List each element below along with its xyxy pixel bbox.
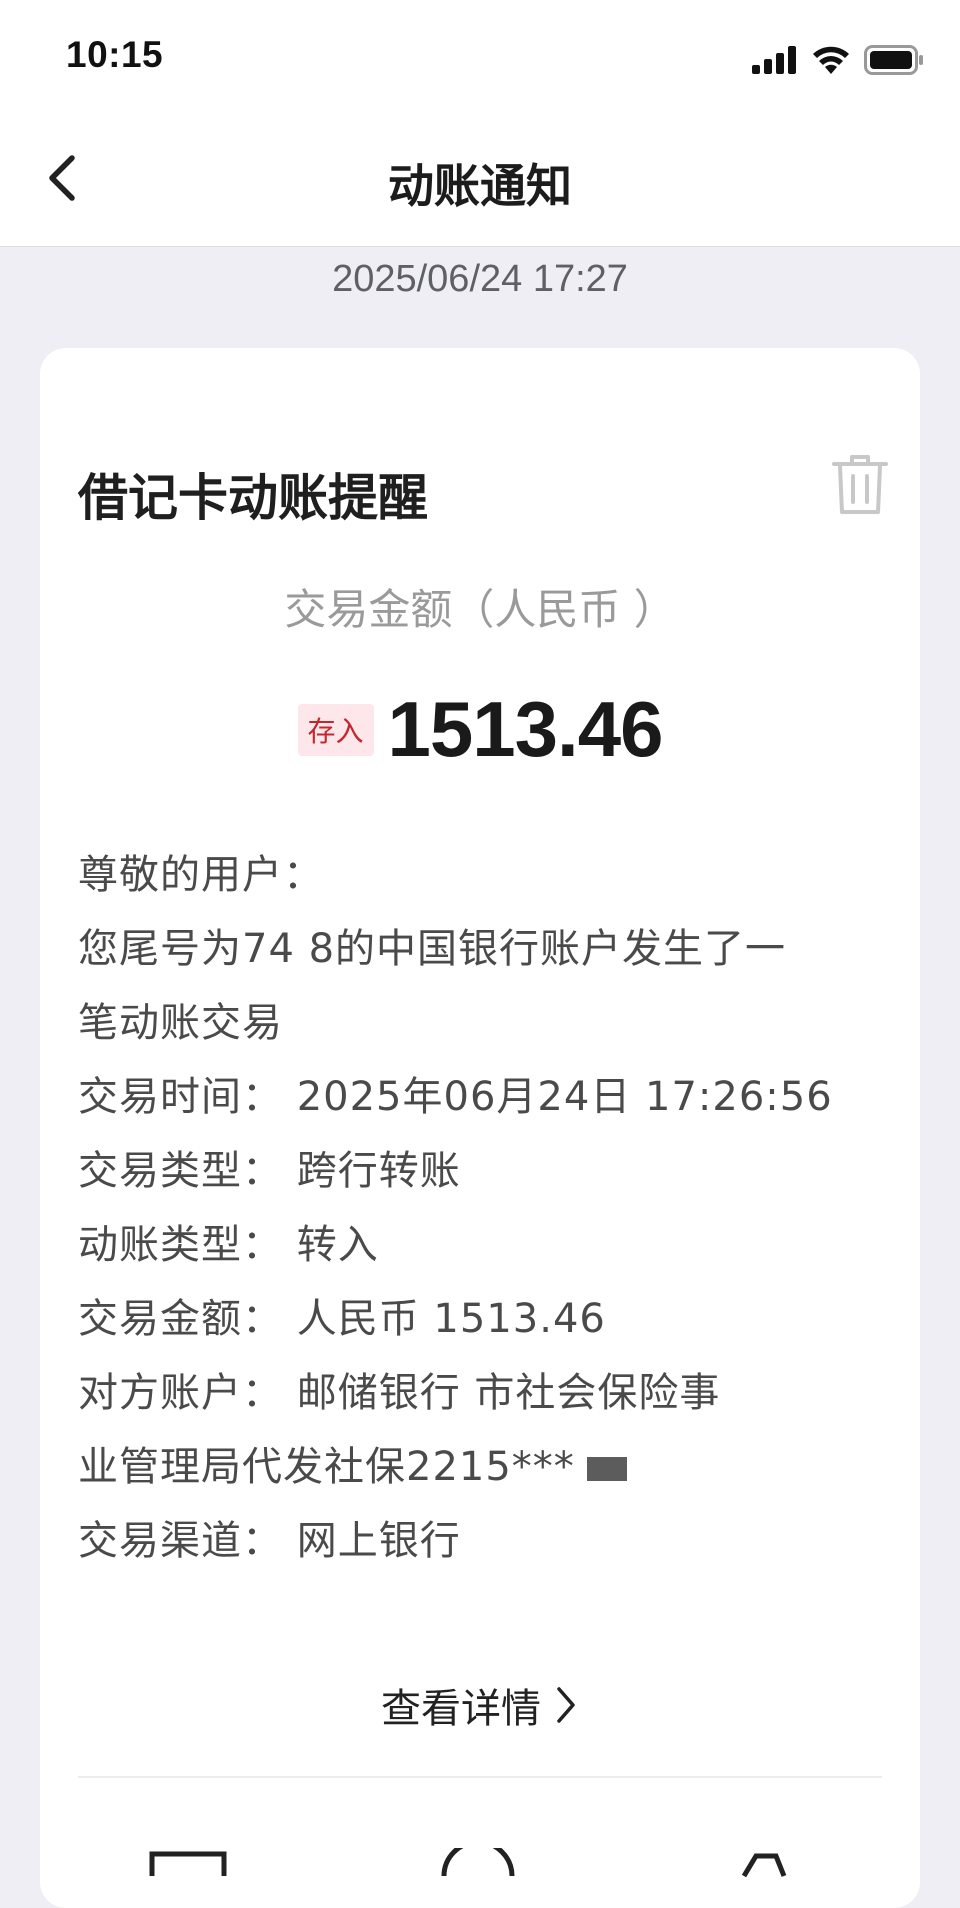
wifi-icon <box>813 46 849 74</box>
body-line-redacted: 业管理局代发社保2215*** <box>78 1430 898 1504</box>
body-line: 交易类型： 跨行转账 <box>78 1148 461 1194</box>
body-line-text: 业管理局代发社保2215*** <box>78 1444 575 1490</box>
amount-row: 存入 1513.46 <box>40 684 920 775</box>
body-line: 交易金额： 人民币 1513.46 <box>78 1296 606 1342</box>
body-line: 交易渠道： 网上银行 <box>78 1518 461 1564</box>
trash-icon[interactable] <box>830 452 890 518</box>
action-icon[interactable] <box>148 1848 228 1878</box>
notification-card: 借记卡动账提醒 交易金额（人民币 ） 存入 1513.46 尊敬的用户： 您尾号… <box>40 348 920 1908</box>
status-time: 10:15 <box>66 34 164 75</box>
action-icon[interactable] <box>734 1848 794 1878</box>
body-line: 动账类型： 转入 <box>78 1222 379 1268</box>
card-title: 借记卡动账提醒 <box>78 469 428 527</box>
status-icons <box>752 40 924 80</box>
message-date: 2025/06/24 17:27 <box>332 258 628 300</box>
deposit-badge: 存入 <box>297 703 374 756</box>
body-line: 尊敬的用户： <box>78 852 324 898</box>
amount-value: 1513.46 <box>387 685 664 773</box>
nav-bar: 动账通知 <box>0 110 960 247</box>
chevron-right-icon <box>557 1687 575 1723</box>
card-divider <box>78 1776 882 1778</box>
status-bar: 10:15 <box>0 0 960 110</box>
battery-icon <box>864 45 923 75</box>
view-details-button[interactable]: 查看详情 <box>40 1676 920 1734</box>
page-title: 动账通知 <box>388 159 572 213</box>
amount-label: 交易金额（人民币 ） <box>284 585 676 634</box>
action-icon[interactable] <box>438 1848 518 1878</box>
redaction-mark <box>586 1457 627 1481</box>
body-line: 交易时间： 2025年06月24日 17:26:56 <box>78 1074 833 1120</box>
view-details-label: 查看详情 <box>381 1686 541 1732</box>
message-body: 尊敬的用户： 您尾号为74 8的中国银行账户发生了一 笔动账交易 交易时间： 2… <box>78 838 898 1578</box>
body-line: 对方账户： 邮储银行 市社会保险事 <box>78 1370 721 1416</box>
body-line: 笔动账交易 <box>78 1000 283 1046</box>
signal-icon <box>752 46 796 74</box>
body-line: 您尾号为74 8的中国银行账户发生了一 <box>78 926 787 972</box>
